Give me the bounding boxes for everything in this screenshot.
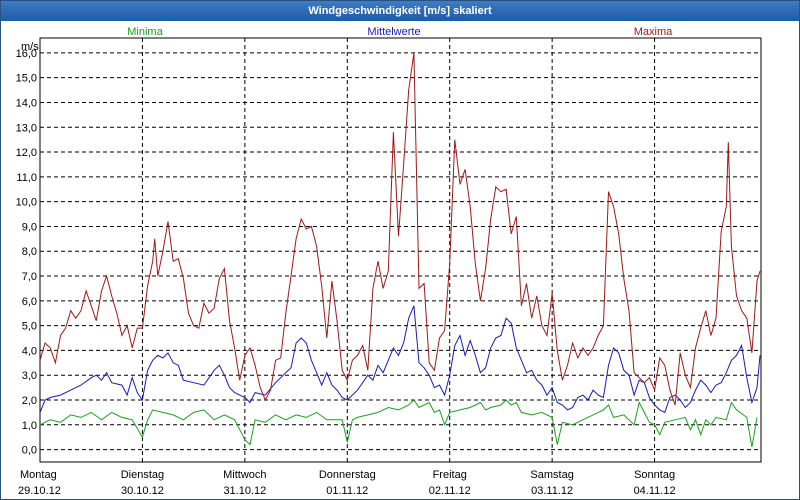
y-tick-label: 3,0 xyxy=(22,370,37,382)
x-tick-day: Montag xyxy=(20,469,57,481)
y-axis-ticks: 0,0 1,0 2,0 3,0 4,0 5,0 6,0 7,0 8,0 9,0 10,0 11,0 12… xyxy=(16,48,37,457)
x-tick-day: Dienstag xyxy=(121,469,164,481)
y-tick-label: 8,0 xyxy=(22,246,37,258)
y-tick-label: 14,0 xyxy=(16,97,37,109)
x-tick-day: Samstag xyxy=(530,469,573,481)
y-tick-label: 5,0 xyxy=(22,321,37,333)
y-tick-label: 10,0 xyxy=(16,197,37,209)
x-tick-day: Sonntag xyxy=(634,469,675,481)
y-tick-label: 2,0 xyxy=(22,395,37,407)
x-tick-date: 30.10.12 xyxy=(121,485,164,497)
x-tick-date: 29.10.12 xyxy=(18,485,61,497)
x-tick-day: Donnerstag xyxy=(319,469,376,481)
y-tick-label: 1,0 xyxy=(22,420,37,432)
y-tick-label: 11,0 xyxy=(16,172,37,184)
y-tick-label: 7,0 xyxy=(22,271,37,283)
x-tick-date: 31.10.12 xyxy=(223,485,266,497)
plot-area xyxy=(39,37,762,463)
wind-speed-chart: 0,0 1,0 2,0 3,0 4,0 5,0 6,0 7,0 8,0 9,0 10,0 11,0 12… xyxy=(16,26,762,497)
y-tick-label: 0,0 xyxy=(22,445,37,457)
legend-minima: Minima xyxy=(127,26,163,38)
legend-mittelwerte: Mittelwerte xyxy=(367,26,420,38)
x-tick-date: 04.11.12 xyxy=(634,485,676,497)
y-tick-label: 9,0 xyxy=(22,221,37,233)
legend-maxima: Maxima xyxy=(634,26,673,38)
x-tick-date: 03.11.12 xyxy=(531,485,573,497)
y-tick-label: 15,0 xyxy=(16,73,37,85)
x-tick-date: 02.11.12 xyxy=(429,485,471,497)
x-tick-day: Freitag xyxy=(433,469,467,481)
x-tick-day: Mittwoch xyxy=(223,469,266,481)
y-tick-label: 13,0 xyxy=(16,122,37,134)
y-tick-label: 6,0 xyxy=(22,296,37,308)
x-axis-ticks: Montag 29.10.12 Dienstag 30.10.12 Mittwoch 31… xyxy=(18,469,676,497)
y-tick-label: 12,0 xyxy=(16,147,37,159)
y-axis-unit-label: m/s xyxy=(21,41,39,53)
y-tick-label: 4,0 xyxy=(22,345,37,357)
x-tick-date: 01.11.12 xyxy=(326,485,368,497)
